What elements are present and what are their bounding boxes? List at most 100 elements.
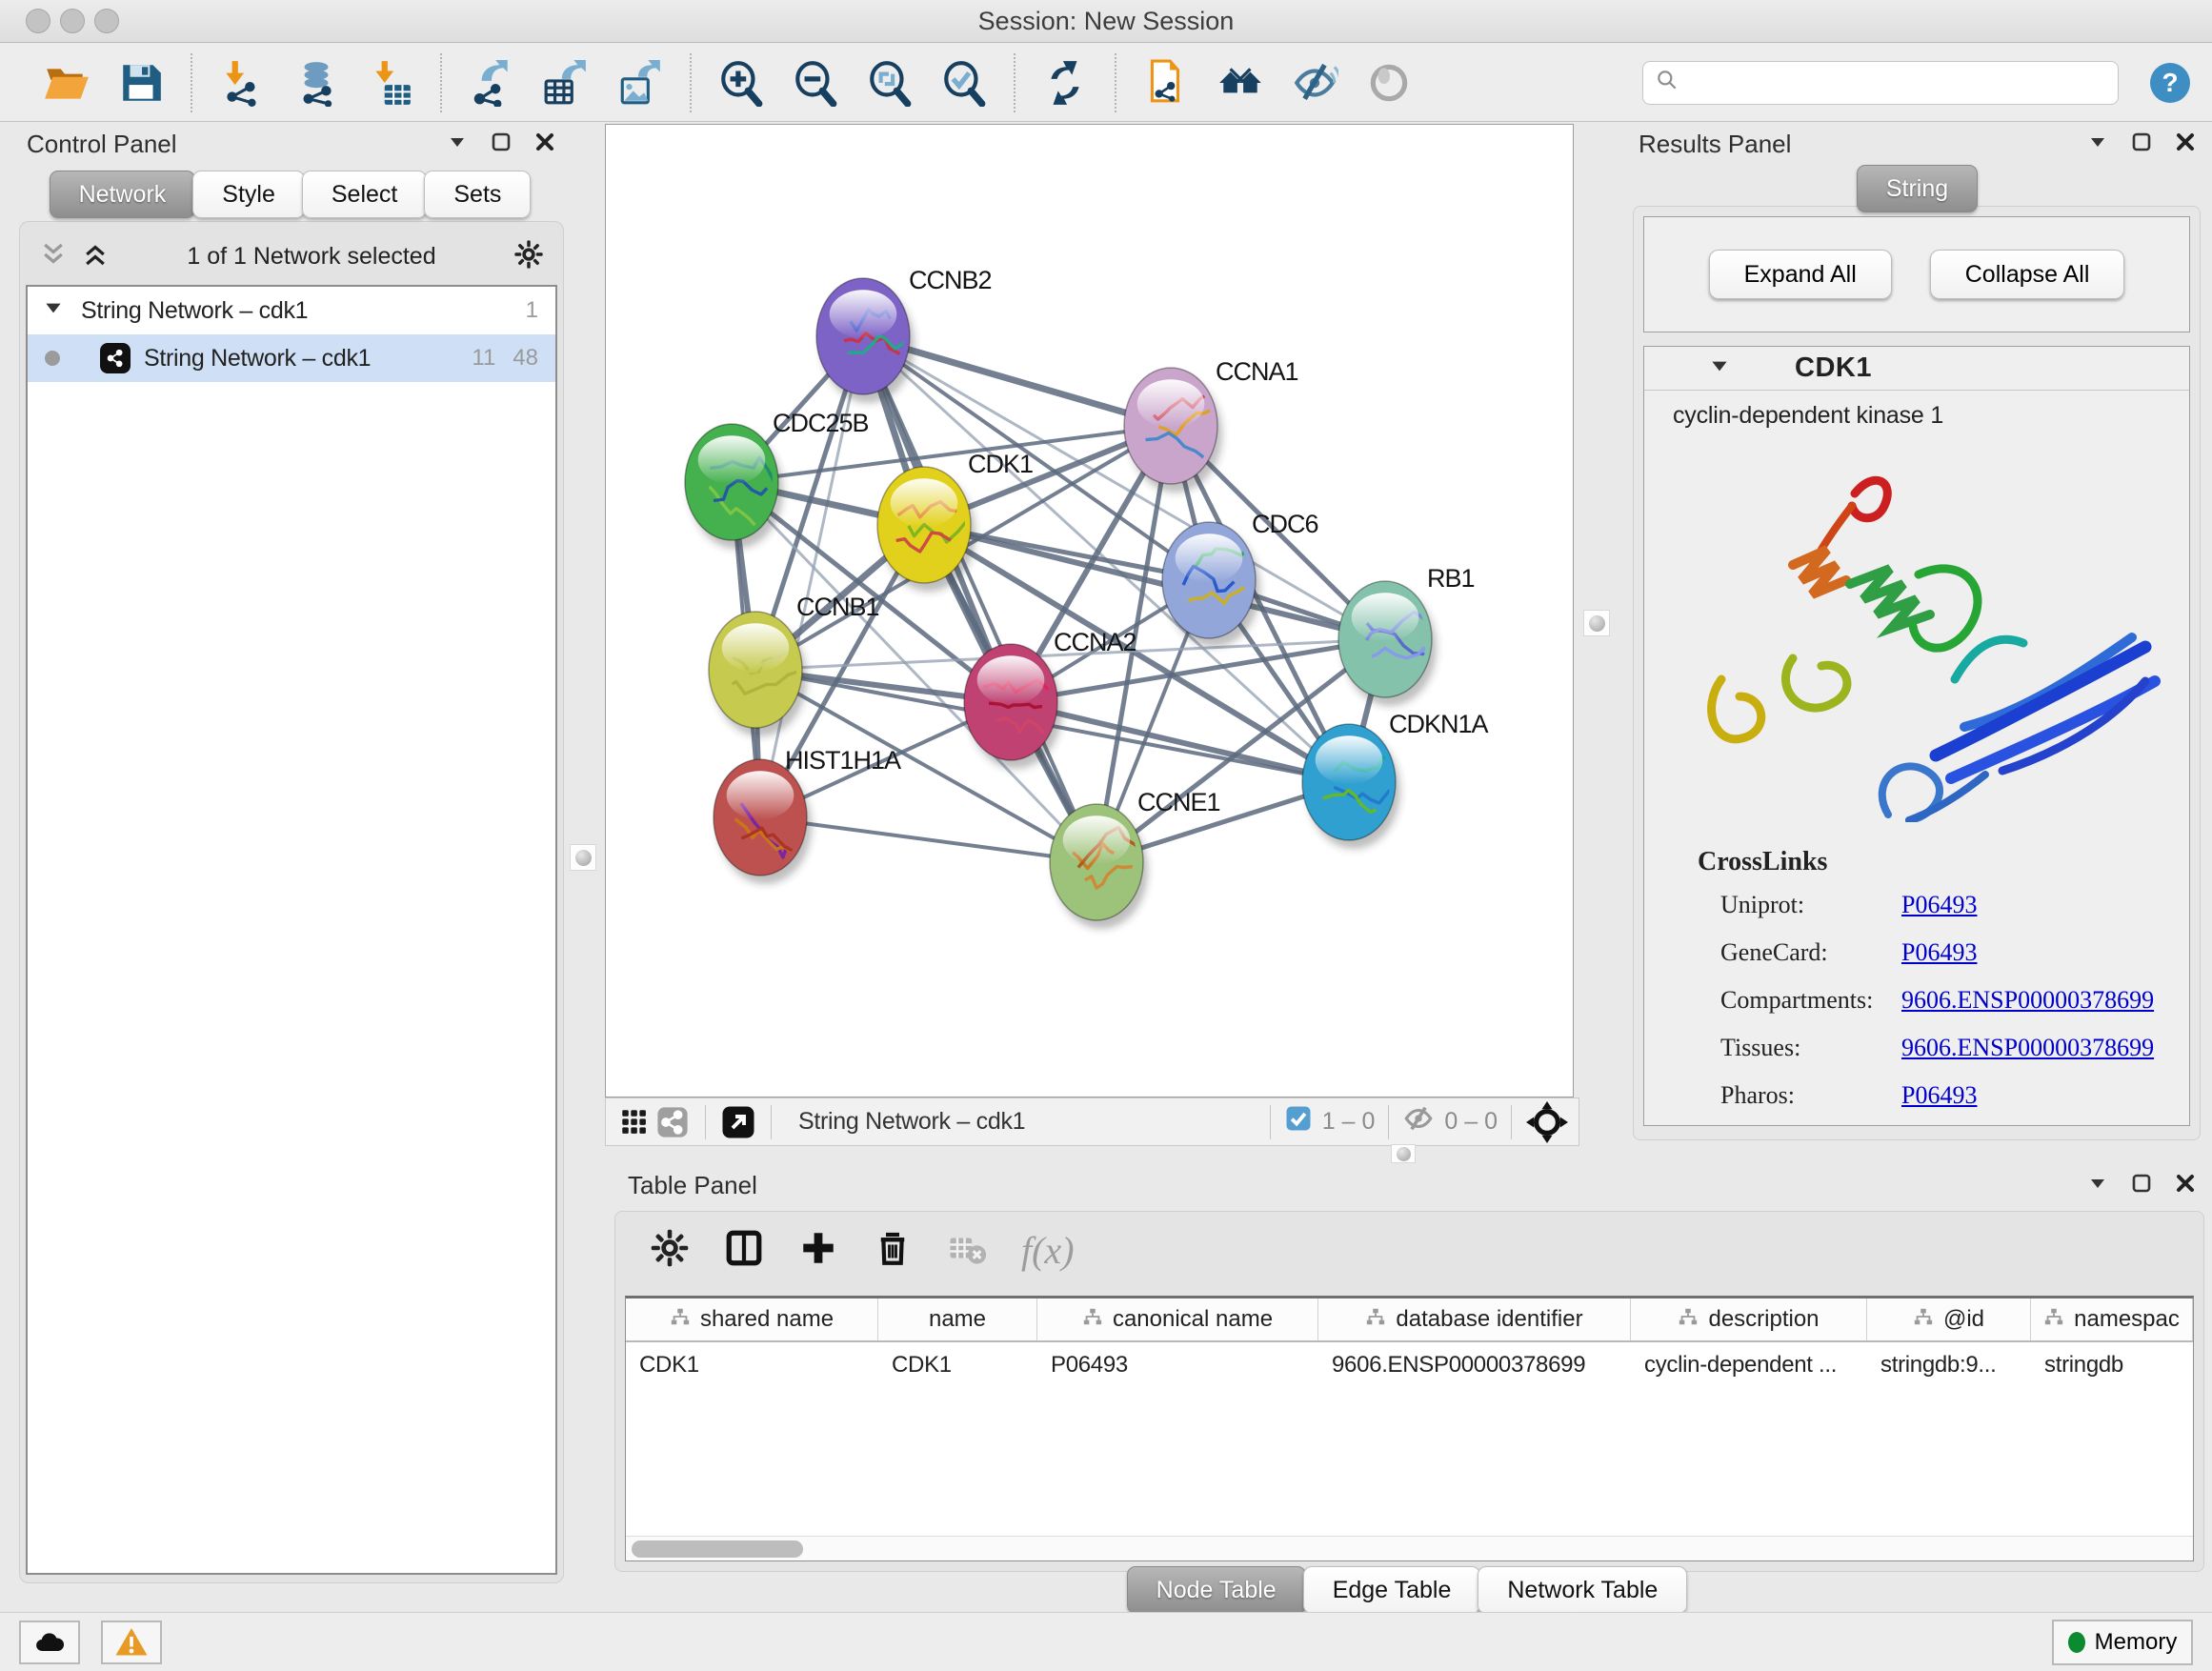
- inactive-lens-icon[interactable]: [1364, 58, 1414, 108]
- crosslink-link[interactable]: P06493: [1901, 891, 1977, 919]
- crosslink-link[interactable]: P06493: [1901, 1081, 1977, 1110]
- tab-network[interactable]: Network: [50, 171, 196, 218]
- collapse-all-button[interactable]: Collapse All: [1930, 250, 2125, 299]
- tab-string[interactable]: String: [1857, 165, 1978, 212]
- import-network-file-icon[interactable]: [217, 58, 267, 108]
- network-row-selected[interactable]: String Network – cdk1 11 48: [28, 334, 555, 382]
- float-icon[interactable]: [2130, 131, 2153, 158]
- import-network-database-icon[interactable]: [292, 58, 341, 108]
- table-row[interactable]: CDK1CDK1P064939606.ENSP00000378699cyclin…: [626, 1342, 2193, 1388]
- close-icon[interactable]: [2174, 131, 2197, 158]
- crosslink-link[interactable]: 9606.ENSP00000378699: [1901, 1034, 2154, 1062]
- zoom-selected-icon[interactable]: [939, 58, 989, 108]
- warning-icon[interactable]: [101, 1621, 162, 1664]
- column-header-description[interactable]: description: [1631, 1299, 1867, 1340]
- refresh-icon[interactable]: [1040, 58, 1090, 108]
- table-cell[interactable]: cyclin-dependent ...: [1631, 1342, 1867, 1388]
- tab-node-table[interactable]: Node Table: [1127, 1566, 1306, 1614]
- tab-sets[interactable]: Sets: [424, 171, 531, 218]
- column-header--id[interactable]: @id: [1867, 1299, 2031, 1340]
- edge-ccnb2-ccne1[interactable]: [863, 336, 1096, 862]
- column-header-database-identifier[interactable]: database identifier: [1318, 1299, 1631, 1340]
- tab-style[interactable]: Style: [192, 171, 305, 218]
- column-header-namespac[interactable]: namespac: [2031, 1299, 2193, 1340]
- hide-panel-icon[interactable]: [1290, 58, 1339, 108]
- horizontal-splitter-handle[interactable]: [1391, 1144, 1416, 1163]
- node-ccnb1[interactable]: [709, 612, 807, 736]
- crosslink-link[interactable]: P06493: [1901, 938, 1977, 967]
- right-splitter-handle[interactable]: [1583, 610, 1610, 636]
- table-cell[interactable]: 9606.ENSP00000378699: [1318, 1342, 1631, 1388]
- selected-checkbox-icon[interactable]: [1284, 1104, 1313, 1139]
- zoom-out-icon[interactable]: [791, 58, 840, 108]
- new-network-from-file-icon[interactable]: [1141, 58, 1191, 108]
- open-file-icon[interactable]: [42, 58, 91, 108]
- collapse-icon[interactable]: [446, 131, 469, 158]
- open-session-home-icon[interactable]: [1216, 58, 1265, 108]
- close-icon[interactable]: [2174, 1172, 2197, 1199]
- table-cell[interactable]: CDK1: [626, 1342, 878, 1388]
- network-canvas[interactable]: CCNB2CCNA1CDC25BCDK1CDC6RB1CCNB1CCNA2CDK…: [605, 124, 1574, 1097]
- node-cdc6[interactable]: [1162, 522, 1260, 647]
- node-cdk1[interactable]: [877, 467, 975, 592]
- table-cell[interactable]: stringdb:9...: [1867, 1342, 2031, 1388]
- memory-button[interactable]: Memory: [2052, 1620, 2193, 1665]
- string-results-body: Expand All Collapse All CDK1 cyclin-depe…: [1633, 206, 2201, 1140]
- node-cdkn1a[interactable]: [1302, 724, 1400, 849]
- save-session-icon[interactable]: [116, 58, 166, 108]
- add-column-icon[interactable]: [798, 1228, 838, 1273]
- zoom-in-icon[interactable]: [716, 58, 766, 108]
- export-network-icon[interactable]: [467, 58, 516, 108]
- open-in-new-icon[interactable]: [719, 1103, 757, 1141]
- export-table-icon[interactable]: [541, 58, 591, 108]
- node-hist1h1a[interactable]: [714, 759, 812, 884]
- node-ccna2[interactable]: [964, 644, 1062, 769]
- pan-crosshair-icon[interactable]: [1525, 1100, 1569, 1144]
- cloud-icon[interactable]: [19, 1621, 80, 1664]
- node-ccne1[interactable]: [1050, 804, 1148, 929]
- column-header-shared-name[interactable]: shared name: [626, 1299, 878, 1340]
- collapse-icon[interactable]: [2086, 1172, 2109, 1199]
- column-header-canonical-name[interactable]: canonical name: [1037, 1299, 1318, 1340]
- export-image-icon[interactable]: [615, 58, 665, 108]
- node-ccna1[interactable]: [1124, 368, 1224, 493]
- search-box[interactable]: [1642, 61, 2119, 105]
- gear-icon[interactable]: [513, 239, 544, 274]
- node-ccnb2[interactable]: [816, 278, 915, 403]
- table-horizontal-scrollbar[interactable]: [626, 1536, 2193, 1560]
- tab-edge-table[interactable]: Edge Table: [1303, 1566, 1481, 1614]
- column-header-name[interactable]: name: [878, 1299, 1037, 1340]
- expand-all-icon[interactable]: [81, 240, 110, 273]
- left-splitter-handle[interactable]: [570, 844, 596, 871]
- zoom-fit-icon[interactable]: [865, 58, 915, 108]
- tree-column-icon: [1913, 1306, 1934, 1334]
- columns-icon[interactable]: [724, 1228, 764, 1273]
- float-icon[interactable]: [2130, 1172, 2153, 1199]
- table-cell[interactable]: CDK1: [878, 1342, 1037, 1388]
- close-icon[interactable]: [533, 131, 556, 158]
- node-rb1[interactable]: [1338, 581, 1437, 706]
- collapse-caret-icon[interactable]: [1707, 353, 1732, 383]
- expand-all-button[interactable]: Expand All: [1709, 250, 1892, 299]
- network-collection-row[interactable]: String Network – cdk1 1: [28, 287, 555, 334]
- tab-network-table[interactable]: Network Table: [1478, 1566, 1687, 1614]
- collapse-all-icon[interactable]: [39, 240, 68, 273]
- crosslink-link[interactable]: 9606.ENSP00000378699: [1901, 986, 2154, 1015]
- collapse-icon[interactable]: [2086, 131, 2109, 158]
- tab-select[interactable]: Select: [302, 171, 427, 218]
- search-input[interactable]: [1687, 70, 2106, 96]
- share-view-icon[interactable]: [654, 1103, 692, 1141]
- grid-view-icon[interactable]: [615, 1103, 654, 1141]
- collapse-caret-icon[interactable]: [41, 295, 66, 327]
- scrollbar-thumb[interactable]: [632, 1540, 803, 1558]
- float-icon[interactable]: [490, 131, 513, 158]
- help-button[interactable]: ?: [2145, 58, 2195, 108]
- table-cell[interactable]: P06493: [1037, 1342, 1318, 1388]
- gear-icon[interactable]: [650, 1228, 690, 1273]
- table-cell[interactable]: stringdb: [2031, 1342, 2193, 1388]
- gene-card-header[interactable]: CDK1: [1644, 347, 2189, 391]
- network-collection-label: String Network – cdk1: [81, 297, 526, 325]
- delete-icon[interactable]: [873, 1228, 913, 1273]
- hidden-eye-icon[interactable]: [1402, 1102, 1435, 1141]
- import-table-icon[interactable]: [366, 58, 415, 108]
